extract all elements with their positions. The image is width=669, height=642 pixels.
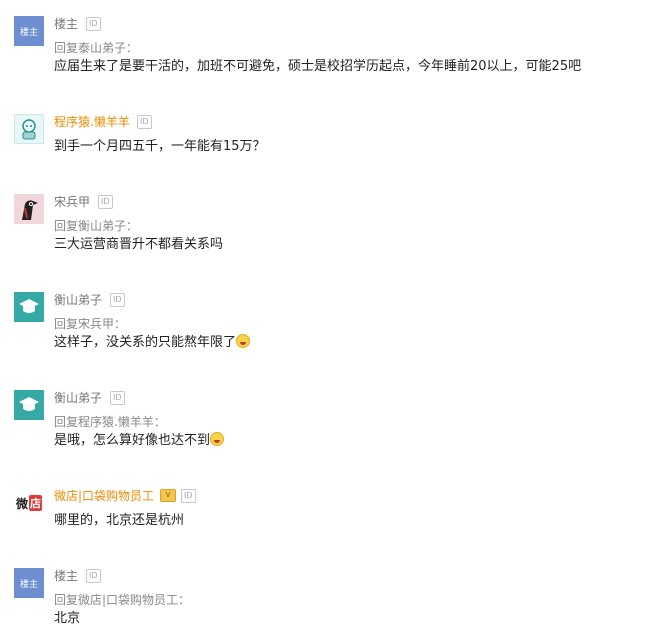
avatar[interactable]	[14, 390, 44, 420]
id-badge: ID	[98, 195, 113, 209]
comment-text: 到手一个月四五千，一年能有15万？	[54, 139, 266, 154]
avatar[interactable]: 楼主	[14, 16, 44, 46]
grin-emoji	[210, 432, 225, 446]
id-badge: ID	[86, 17, 101, 31]
comment-item: 程序猿.懒羊羊 ID 到手一个月四五千，一年能有15万？	[0, 114, 669, 164]
coder-icon	[22, 119, 36, 140]
vip-badge-icon: V	[160, 489, 176, 502]
comment-item: 楼主 楼主 ID 回复微店|口袋购物员工： 北京	[0, 568, 669, 638]
avatar[interactable]: 楼主	[14, 568, 44, 598]
comment-item: 微店 微店|口袋购物员工 V ID 哪里的，北京还是杭州	[0, 488, 669, 538]
id-badge: ID	[86, 569, 101, 583]
weidian-logo-text: 微	[15, 496, 28, 511]
reply-to: 回复程序猿.懒羊羊：	[54, 415, 166, 429]
username[interactable]: 衡山弟子	[54, 292, 102, 308]
avatar[interactable]	[14, 292, 44, 322]
username[interactable]: 程序猿.懒羊羊	[54, 114, 130, 130]
comment-text: 应届生来了是要干活的，加班不可避免，硕士是校招学历起点，今年睡前20以上，可能2…	[54, 59, 582, 74]
comment-item: 衡山弟子 ID 回复程序猿.懒羊羊： 是哦，怎么算好像也达不到	[0, 390, 669, 460]
comment-item: 楼主 楼主 ID 回复泰山弟子： 应届生来了是要干活的，加班不可避免，硕士是校招…	[0, 16, 669, 86]
comment-text: 这样子，没关系的只能熬年限了	[54, 334, 251, 352]
comment-item: 宋兵甲 ID 回复衡山弟子： 三大运营商晋升不都看关系吗	[0, 194, 669, 264]
username[interactable]: 楼主	[54, 568, 78, 584]
username[interactable]: 微店|口袋购物员工	[54, 488, 154, 504]
reply-to: 回复宋兵甲：	[54, 317, 127, 331]
avatar[interactable]	[14, 114, 44, 144]
graduation-cap-icon	[19, 397, 39, 411]
grin-emoji	[236, 334, 251, 348]
weidian-logo-text: 店	[29, 495, 42, 511]
comment-item: 衡山弟子 ID 回复宋兵甲： 这样子，没关系的只能熬年限了	[0, 292, 669, 362]
id-badge: ID	[110, 293, 125, 307]
comment-text: 哪里的，北京还是杭州	[54, 513, 185, 528]
username[interactable]: 衡山弟子	[54, 390, 102, 406]
reply-to: 回复泰山弟子：	[54, 41, 139, 55]
comment-text: 是哦，怎么算好像也达不到	[54, 432, 225, 450]
id-badge: ID	[181, 489, 196, 503]
comment-text: 三大运营商晋升不都看关系吗	[54, 237, 224, 252]
avatar[interactable]	[14, 194, 44, 224]
avatar[interactable]: 微店	[14, 488, 44, 518]
reply-to: 回复衡山弟子：	[54, 219, 139, 233]
graduation-cap-icon	[19, 299, 39, 313]
id-badge: ID	[137, 115, 152, 129]
id-badge: ID	[110, 391, 125, 405]
comment-text: 北京	[54, 611, 81, 626]
woodpecker-icon	[22, 200, 38, 220]
username[interactable]: 宋兵甲	[54, 194, 90, 210]
reply-to: 回复微店|口袋购物员工：	[54, 593, 191, 607]
username[interactable]: 楼主	[54, 16, 78, 32]
